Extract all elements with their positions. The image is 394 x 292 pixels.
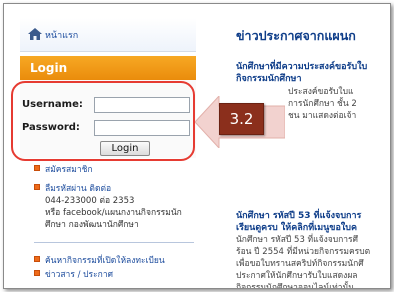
search-activity-link[interactable]: ค้นหากิจกรรมที่เปิดให้ลงทะเบียน [45, 253, 165, 267]
bullet-icon [34, 256, 40, 262]
contact-department: ศึกษา กองพัฒนานักศึกษา [45, 220, 139, 230]
news-heading: ข่าวประกาศจากแผนก [236, 28, 356, 43]
news-item-2-text: กิจกรรมนักศึกษาออนไลน์เท่านั้น ... [236, 283, 365, 289]
news-link[interactable]: ข่าวสาร / ประกาศ [45, 267, 113, 281]
home-nav-bar[interactable]: หน้าแรก [20, 18, 196, 52]
login-title: Login [30, 61, 68, 75]
login-panel-header: Login [20, 56, 196, 80]
register-link[interactable]: สมัครสมาชิก [45, 162, 93, 176]
step-badge: 3.2 [219, 103, 264, 135]
browser-viewport: หน้าแรก Login Username: Password: Login … [3, 3, 391, 289]
sidebar-divider [34, 242, 194, 243]
bullet-icon [34, 165, 40, 171]
news-item-1-text: ชน มาแสดงต่อเจ้า [288, 111, 357, 121]
bullet-icon [34, 270, 40, 276]
home-link[interactable]: หน้าแรก [45, 28, 78, 42]
bullet-icon [34, 184, 40, 190]
news-item-1-title-line-2[interactable]: กิจกรรมนักศึกษา [236, 71, 302, 85]
home-icon [28, 28, 42, 40]
login-highlight-circle [11, 81, 195, 161]
